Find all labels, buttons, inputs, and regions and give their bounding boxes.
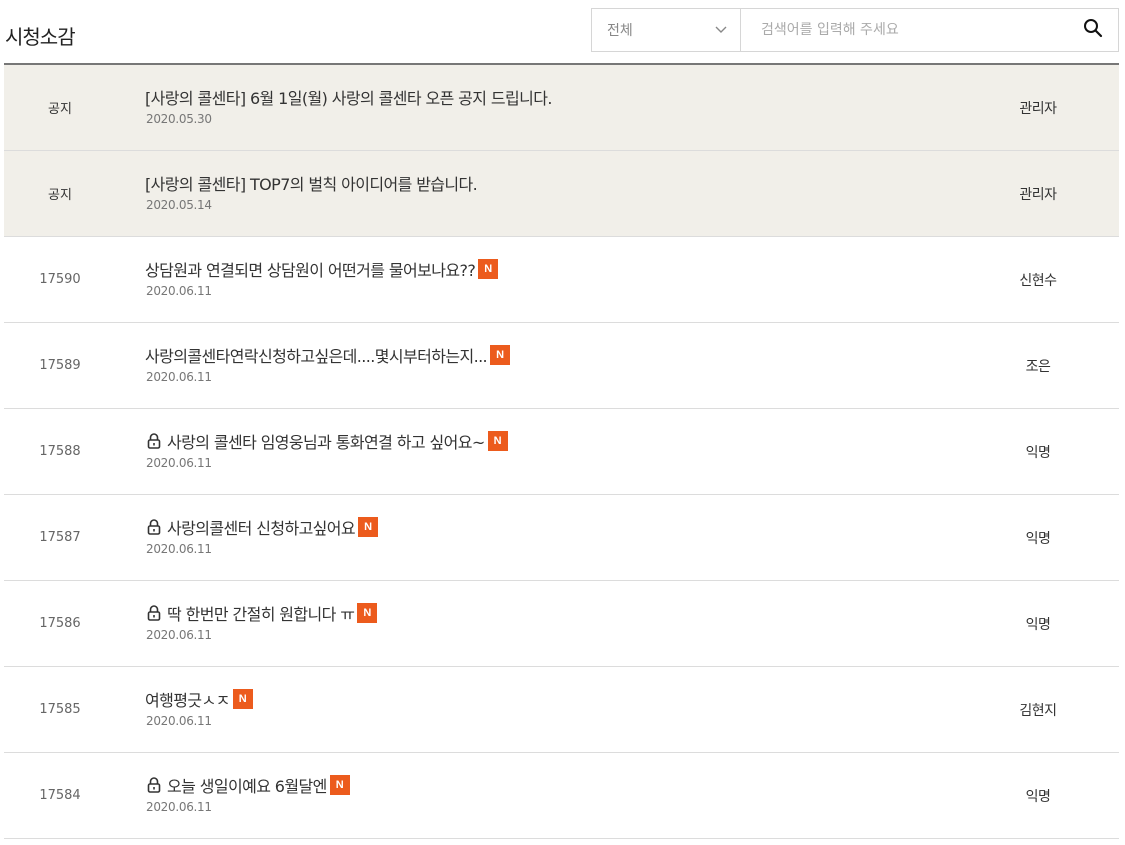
notice-row: 공지 [사랑의 콜센타] 6월 1일(월) 사랑의 콜센타 오픈 공지 드립니다.… bbox=[4, 65, 1119, 151]
post-date: 2020.06.11 bbox=[146, 456, 212, 470]
post-row: 17587 사랑의콜센터 신청하고싶어요 N 2020.06.11 익명 bbox=[4, 495, 1119, 581]
lock-icon bbox=[145, 776, 163, 794]
search-category-value: 전체 bbox=[607, 23, 633, 39]
post-author: 신현수 bbox=[1019, 272, 1057, 289]
post-date: 2020.06.11 bbox=[146, 284, 212, 298]
post-title[interactable]: [사랑의 콜센타] TOP7의 벌칙 아이디어를 받습니다. bbox=[145, 171, 478, 195]
post-title[interactable]: [사랑의 콜센타] 6월 1일(월) 사랑의 콜센타 오픈 공지 드립니다. bbox=[145, 85, 552, 109]
post-subject-link[interactable]: 사랑의콜센터 신청하고싶어요 N bbox=[145, 515, 379, 539]
post-number: 17585 bbox=[39, 702, 81, 717]
post-row: 17584 오늘 생일이예요 6월달엔 N 2020.06.11 익명 bbox=[4, 753, 1119, 839]
new-badge: N bbox=[232, 689, 253, 709]
new-badge: N bbox=[358, 517, 379, 537]
post-subject-link[interactable]: 사랑의 콜센타 임영웅님과 통화연결 하고 싶어요~ N bbox=[145, 429, 508, 453]
search-icon bbox=[1083, 18, 1103, 42]
post-author: 익명 bbox=[1025, 530, 1051, 547]
notice-row: 공지 [사랑의 콜센타] TOP7의 벌칙 아이디어를 받습니다. 2020.05.… bbox=[4, 151, 1119, 237]
post-subject-link[interactable]: 사랑의콜센타연락신청하고싶은데....몇시부터하는지... N bbox=[145, 343, 511, 367]
post-author: 조은 bbox=[1025, 358, 1051, 375]
post-subject-link[interactable]: 오늘 생일이예요 6월달엔 N bbox=[145, 773, 350, 797]
search-input[interactable] bbox=[741, 9, 1068, 51]
post-date: 2020.06.11 bbox=[146, 370, 212, 384]
page-title: 시청소감 bbox=[5, 25, 76, 49]
post-subject-link[interactable]: [사랑의 콜센타] TOP7의 벌칙 아이디어를 받습니다. bbox=[145, 171, 478, 195]
post-row: 17588 사랑의 콜센타 임영웅님과 통화연결 하고 싶어요~ N 2020.06.… bbox=[4, 409, 1119, 495]
post-title[interactable]: 사랑의 콜센타 임영웅님과 통화연결 하고 싶어요~ bbox=[167, 429, 485, 453]
post-author: 김현지 bbox=[1019, 702, 1057, 719]
post-row: 17590 상담원과 연결되면 상담원이 어떤거를 물어보나요?? N 2020.06… bbox=[4, 237, 1119, 323]
post-number: 공지 bbox=[48, 188, 72, 203]
post-number: 공지 bbox=[48, 102, 72, 117]
lock-icon bbox=[145, 604, 163, 622]
post-title[interactable]: 오늘 생일이예요 6월달엔 bbox=[167, 773, 327, 797]
post-row: 17585 여행평긋ㅅㅈ N 2020.06.11 김현지 bbox=[4, 667, 1119, 753]
post-author: 익명 bbox=[1025, 788, 1051, 805]
search-button[interactable] bbox=[1068, 9, 1118, 51]
post-date: 2020.06.11 bbox=[146, 542, 212, 556]
post-author: 관리자 bbox=[1019, 186, 1057, 203]
chevron-down-icon bbox=[714, 21, 728, 40]
post-subject-link[interactable]: [사랑의 콜센타] 6월 1일(월) 사랑의 콜센타 오픈 공지 드립니다. bbox=[145, 85, 552, 109]
post-title[interactable]: 사랑의콜센타연락신청하고싶은데....몇시부터하는지... bbox=[145, 343, 488, 367]
post-title[interactable]: 여행평긋ㅅㅈ bbox=[145, 687, 230, 711]
new-badge: N bbox=[478, 259, 499, 279]
post-list: 공지 [사랑의 콜센타] 6월 1일(월) 사랑의 콜센타 오픈 공지 드립니다.… bbox=[4, 63, 1119, 839]
post-date: 2020.05.14 bbox=[146, 198, 212, 212]
lock-icon bbox=[145, 518, 163, 536]
post-number: 17584 bbox=[39, 788, 81, 803]
post-number: 17589 bbox=[39, 358, 81, 373]
post-number: 17590 bbox=[39, 272, 81, 287]
post-subject-link[interactable]: 여행평긋ㅅㅈ N bbox=[145, 687, 253, 711]
post-number: 17588 bbox=[39, 444, 81, 459]
post-subject-link[interactable]: 딱 한번만 간절히 원합니다 ㅠN bbox=[145, 601, 378, 625]
post-author: 익명 bbox=[1025, 444, 1051, 461]
post-number: 17587 bbox=[39, 530, 81, 545]
post-title[interactable]: 상담원과 연결되면 상담원이 어떤거를 물어보나요?? bbox=[145, 257, 476, 281]
search-category-select[interactable]: 전체 bbox=[592, 9, 741, 51]
post-date: 2020.06.11 bbox=[146, 714, 212, 728]
page: 시청소감 전체 공지 [사랑의 콜센타] 6월 1일(월) 사랑의 콜센타 오픈 … bbox=[0, 0, 1125, 845]
post-subject-link[interactable]: 상담원과 연결되면 상담원이 어떤거를 물어보나요?? N bbox=[145, 257, 499, 281]
post-author: 익명 bbox=[1025, 616, 1051, 633]
post-title[interactable]: 사랑의콜센터 신청하고싶어요 bbox=[167, 515, 356, 539]
post-number: 17586 bbox=[39, 616, 81, 631]
post-date: 2020.06.11 bbox=[146, 800, 212, 814]
search-bar: 전체 bbox=[591, 8, 1119, 52]
lock-icon bbox=[145, 432, 163, 450]
new-badge: N bbox=[329, 775, 350, 795]
post-date: 2020.05.30 bbox=[146, 112, 212, 126]
post-title[interactable]: 딱 한번만 간절히 원합니다 ㅠ bbox=[167, 601, 355, 625]
post-row: 17589 사랑의콜센타연락신청하고싶은데....몇시부터하는지... N 2020.… bbox=[4, 323, 1119, 409]
new-badge: N bbox=[487, 431, 508, 451]
new-badge: N bbox=[490, 345, 511, 365]
post-row: 17586 딱 한번만 간절히 원합니다 ㅠ N 2020.06.11 익명 bbox=[4, 581, 1119, 667]
post-author: 관리자 bbox=[1019, 100, 1057, 117]
new-badge: N bbox=[357, 603, 378, 623]
post-date: 2020.06.11 bbox=[146, 628, 212, 642]
